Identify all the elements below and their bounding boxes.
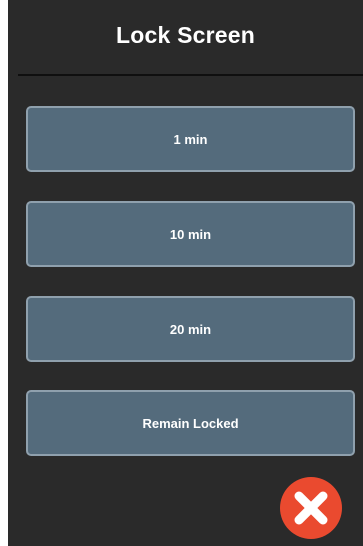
lock-screen-panel: Lock Screen 1 min 10 min 20 min Remain L… <box>8 0 363 546</box>
page-title: Lock Screen <box>116 22 255 48</box>
close-button[interactable] <box>280 477 342 539</box>
remain-locked-button[interactable]: Remain Locked <box>26 390 355 456</box>
lock-10-min-button[interactable]: 10 min <box>26 201 355 267</box>
title-divider <box>18 74 363 76</box>
close-icon <box>280 477 342 539</box>
lock-20-min-button[interactable]: 20 min <box>26 296 355 362</box>
lock-1-min-button[interactable]: 1 min <box>26 106 355 172</box>
